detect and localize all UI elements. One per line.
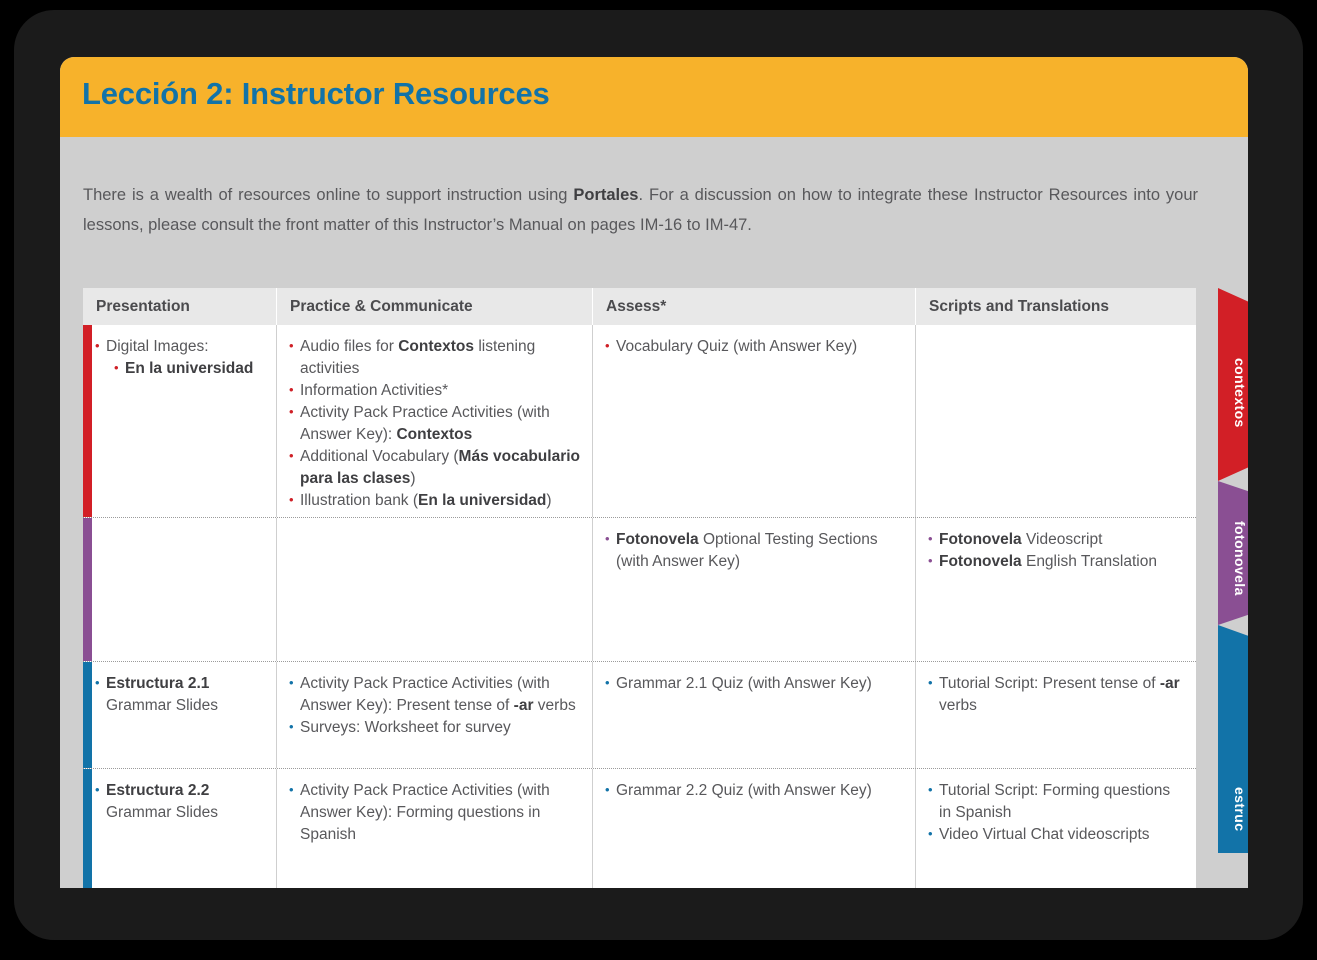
list-item: Activity Pack Practice Activities (with … [289,402,580,446]
list-item: Fotonovela Optional Testing Sections (wi… [605,529,903,573]
cell-assess: Vocabulary Quiz (with Answer Key) [592,325,915,517]
list-item: Estructura 2.1Grammar Slides [95,673,264,717]
table-row: Digital Images:En la universidad Audio fi… [83,325,1196,518]
cell-presentation: Estructura 2.2Grammar Slides [83,769,276,888]
cell-practice-communicate: Audio files for Contextos listening acti… [276,325,592,517]
table-header-row: Presentation Practice & Communicate Asse… [83,288,1196,325]
document-page: Lección 2: Instructor Resources There is… [60,57,1248,888]
cell-assess: Grammar 2.1 Quiz (with Answer Key) [592,662,915,768]
cell-presentation: Estructura 2.1Grammar Slides [83,662,276,768]
section-tab-label: estruc [1218,766,1248,853]
list-item: Grammar 2.1 Quiz (with Answer Key) [605,673,903,695]
section-tab-estructura[interactable] [1218,625,1248,732]
intro-text-part1: There is a wealth of resources online to… [83,186,573,204]
table-body: Digital Images:En la universidad Audio fi… [83,325,1196,888]
list-item: Estructura 2.2Grammar Slides [95,780,264,824]
cell-scripts-translations: Tutorial Script: Present tense of -ar ve… [915,662,1196,768]
page-title: Lección 2: Instructor Resources [82,76,550,112]
bullet-list: Digital Images:En la universidad [95,336,264,380]
cell-scripts-translations: Tutorial Script: Forming questions in Sp… [915,769,1196,888]
list-item: Fotonovela Videoscript [928,529,1184,551]
section-tab-label: contextos [1218,316,1248,469]
bullet-list: Fotonovela VideoscriptFotonovela English… [928,529,1184,573]
table-row: Fotonovela Optional Testing Sections (wi… [83,518,1196,662]
list-item: Additional Vocabulary (Más vocabulario p… [289,446,580,490]
list-item: Surveys: Worksheet for survey [289,717,580,739]
cell-practice-communicate: Activity Pack Practice Activities (with … [276,769,592,888]
list-item: Video Virtual Chat videoscripts [928,824,1184,846]
list-item: Activity Pack Practice Activities (with … [289,673,580,717]
bullet-list: Fotonovela Optional Testing Sections (wi… [605,529,903,573]
cell-assess: Grammar 2.2 Quiz (with Answer Key) [592,769,915,888]
bullet-list: Activity Pack Practice Activities (with … [289,673,580,739]
list-item: Information Activities* [289,380,580,402]
section-tab-label: fotonovela [1218,501,1248,615]
list-item: En la universidad [95,358,264,380]
section-tab-estruc[interactable]: estruc [1218,732,1248,853]
column-header-presentation: Presentation [83,288,276,325]
list-item: Digital Images: [95,336,264,358]
cell-scripts-translations: Fotonovela VideoscriptFotonovela English… [915,518,1196,661]
bullet-list: Estructura 2.1Grammar Slides [95,673,264,717]
column-header-practice-communicate: Practice & Communicate [276,288,592,325]
list-item: Tutorial Script: Present tense of -ar ve… [928,673,1184,717]
table-row: Estructura 2.1Grammar Slides Activity Pac… [83,662,1196,769]
bullet-list: Vocabulary Quiz (with Answer Key) [605,336,903,358]
bullet-list: Tutorial Script: Present tense of -ar ve… [928,673,1184,717]
list-item: Vocabulary Quiz (with Answer Key) [605,336,903,358]
list-item: Illustration bank (En la universidad) [289,490,580,512]
list-item: Activity Pack Practice Activities (with … [289,780,580,846]
bullet-list: Grammar 2.1 Quiz (with Answer Key) [605,673,903,695]
section-tab-fotonovela[interactable]: fotonovela [1218,481,1248,625]
section-tab-flag [1218,625,1248,732]
bullet-list: Estructura 2.2Grammar Slides [95,780,264,824]
page-header-band: Lección 2: Instructor Resources [60,57,1248,137]
intro-paragraph: There is a wealth of resources online to… [83,180,1198,240]
document-viewer: Lección 2: Instructor Resources There is… [0,0,1317,960]
cell-presentation: Digital Images:En la universidad [83,325,276,517]
list-item: Grammar 2.2 Quiz (with Answer Key) [605,780,903,802]
cell-assess: Fotonovela Optional Testing Sections (wi… [592,518,915,661]
bullet-list: Audio files for Contextos listening acti… [289,336,580,512]
column-header-assess: Assess* [592,288,915,325]
list-item: Audio files for Contextos listening acti… [289,336,580,380]
list-item: Fotonovela English Translation [928,551,1184,573]
bullet-list: Grammar 2.2 Quiz (with Answer Key) [605,780,903,802]
cell-practice-communicate [276,518,592,661]
cell-scripts-translations [915,325,1196,517]
cell-practice-communicate: Activity Pack Practice Activities (with … [276,662,592,768]
list-item: Tutorial Script: Forming questions in Sp… [928,780,1184,824]
section-tab-contextos[interactable]: contextos [1218,288,1248,481]
cell-presentation [83,518,276,661]
bullet-list: Activity Pack Practice Activities (with … [289,780,580,846]
table-row: Estructura 2.2Grammar Slides Activity Pac… [83,769,1196,888]
intro-brand-name: Portales [573,186,638,204]
bullet-list: Tutorial Script: Forming questions in Sp… [928,780,1184,846]
column-header-scripts-translations: Scripts and Translations [915,288,1196,325]
instructor-resources-table: Presentation Practice & Communicate Asse… [83,288,1218,888]
